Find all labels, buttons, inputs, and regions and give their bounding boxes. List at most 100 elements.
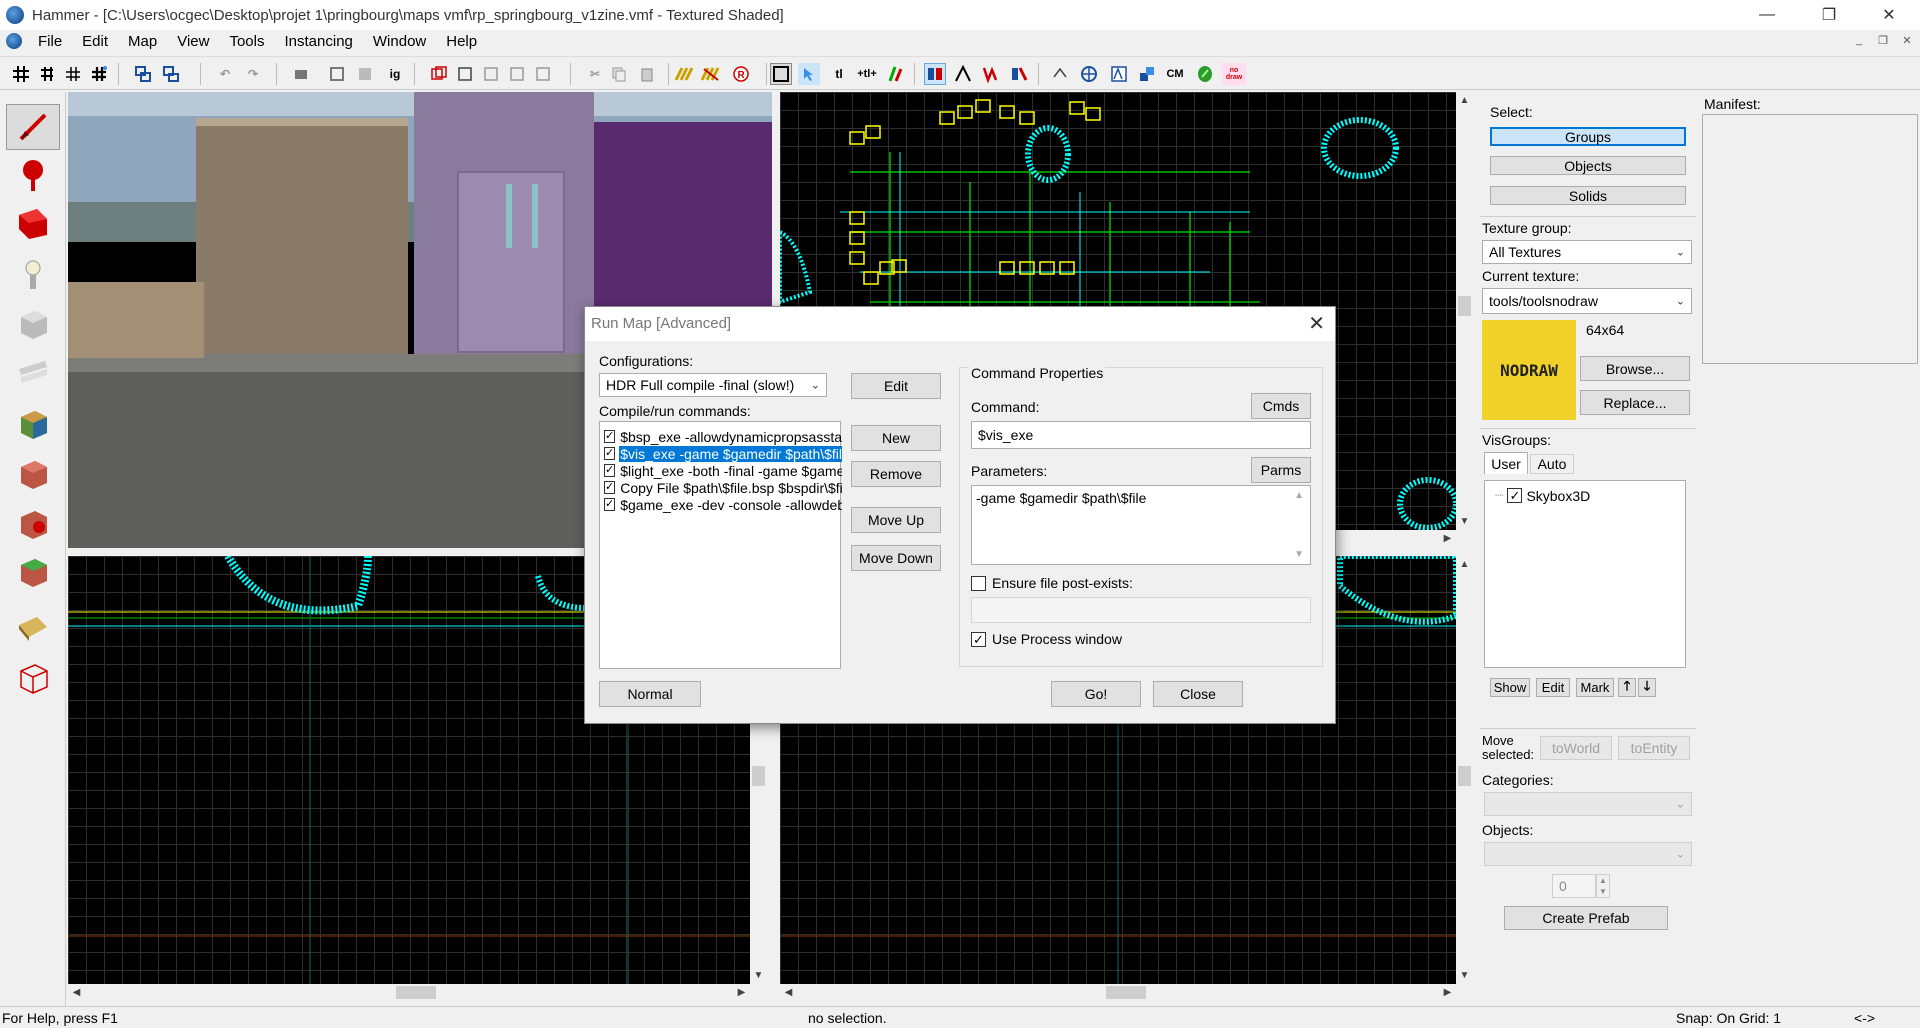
command-checkbox[interactable]: ✓ [604,498,616,511]
paste-icon[interactable] [636,63,658,85]
texture-app-icon[interactable] [1108,63,1130,85]
displacement-icon[interactable] [884,63,906,85]
scroll-left-icon[interactable]: ◀ [780,984,797,1001]
menu-window[interactable]: Window [363,33,436,50]
overlay-tool-icon[interactable] [6,500,60,546]
ensure-file-input[interactable] [971,597,1311,623]
magnify-tool-icon[interactable] [6,152,60,198]
mdi-close-icon[interactable]: ✕ [1898,33,1916,49]
entity-report-icon[interactable] [1050,63,1072,85]
larger-grid-icon[interactable] [88,63,110,85]
texture-tool-icon[interactable] [6,350,60,396]
path-tool-icon[interactable] [6,654,60,700]
tab-user[interactable]: User [1484,452,1528,474]
command-input[interactable]: $vis_exe [971,421,1311,449]
vertex-icon[interactable] [1008,63,1030,85]
hide-unselected-icon[interactable] [532,63,554,85]
manifest-list[interactable] [1702,114,1918,364]
command-row[interactable]: ✓ $game_exe -dev -console -allowdebug [604,496,842,513]
texture-group-select[interactable]: All Textures ⌄ [1482,240,1692,264]
menu-edit[interactable]: Edit [72,33,118,50]
command-row[interactable]: ✓ $bsp_exe -allowdynamicpropsasstatic [604,428,842,445]
visgroup-mark-button[interactable]: Mark [1576,678,1614,697]
to-entity-button[interactable]: toEntity [1618,736,1690,760]
move-down-arrow-icon[interactable]: 🡓 [1638,678,1656,697]
parms-button[interactable]: Parms [1251,457,1311,483]
undo-icon[interactable]: ↶ [214,63,236,85]
group-icon[interactable] [132,63,154,85]
command-row[interactable]: ✓ $vis_exe -game $gamedir $path\$file [604,445,842,462]
use-process-option[interactable]: ✓ Use Process window [971,631,1122,647]
to-world-button[interactable]: toWorld [1540,736,1612,760]
spin-down-icon[interactable]: ▼ [1599,887,1607,896]
count-spinner[interactable]: ▲ ▼ [1596,874,1610,898]
scroll-down-icon[interactable]: ▼ [1294,549,1304,560]
visgroup-checkbox[interactable]: ✓ [1507,488,1523,503]
menu-view[interactable]: View [167,33,219,50]
view-2d-icon[interactable] [924,63,946,85]
scroll-left-icon[interactable]: ◀ [68,984,85,1001]
move-down-button[interactable]: Move Down [851,545,941,571]
visgroup-item[interactable]: ┈ ✓ Skybox3D [1495,487,1590,504]
minimize-button[interactable]: — [1744,0,1790,30]
go-button[interactable]: Go! [1051,681,1141,707]
entity-tool-icon[interactable] [6,252,60,298]
select-solids-button[interactable]: Solids [1490,186,1686,205]
ensure-file-checkbox[interactable] [971,575,986,591]
command-row[interactable]: ✓ Copy File $path\$file.bsp $bspdir\$file [604,479,842,496]
close-dialog-button[interactable]: Close [1153,681,1243,707]
ungroup-icon[interactable] [160,63,182,85]
parameters-textarea[interactable]: -game $gamedir $path\$file ▲ ▼ [971,485,1311,565]
selection-outline-icon[interactable] [428,63,450,85]
commands-list[interactable]: ✓ $bsp_exe -allowdynamicpropsasstatic ✓ $v… [599,421,842,669]
camera-tool-icon[interactable] [6,200,60,246]
command-checkbox[interactable]: ✓ [604,481,616,494]
radius-culling-icon[interactable]: R [730,63,752,85]
show-items-icon[interactable] [506,63,528,85]
tab-auto[interactable]: Auto [1530,454,1574,474]
spin-up-icon[interactable]: ▲ [1599,876,1607,885]
command-checkbox[interactable]: ✓ [604,464,616,477]
toggle-models-icon[interactable] [700,63,722,85]
texture-lock-icon[interactable] [354,63,376,85]
scroll-down-icon[interactable]: ▼ [1456,967,1473,984]
menu-map[interactable]: Map [118,33,167,50]
apply-texture-icon[interactable] [6,400,60,446]
visgroup-tree[interactable]: ┈ ✓ Skybox3D [1484,480,1686,668]
copy-icon[interactable] [608,63,630,85]
brush-icon[interactable] [952,63,974,85]
toolbar-tl2-button[interactable]: +tl+ [856,63,878,85]
categories-select[interactable]: ⌄ [1484,792,1692,816]
objects-select[interactable]: ⌄ [1484,842,1692,866]
block-tool-icon[interactable] [6,300,60,346]
command-checkbox[interactable]: ✓ [604,430,616,443]
scroll-right-icon[interactable]: ▶ [733,984,750,1001]
redo-icon[interactable]: ↷ [242,63,264,85]
scroll-up-icon[interactable]: ▲ [1456,92,1473,109]
select-objects-button[interactable]: Objects [1490,156,1686,175]
replace-button[interactable]: Replace... [1580,390,1690,415]
selection-tool-icon[interactable] [6,104,60,150]
carve-icon[interactable] [290,63,312,85]
command-checkbox[interactable]: ✓ [604,447,616,460]
mdi-restore-icon[interactable]: ❐ [1874,33,1892,49]
toolbar-tl-button[interactable]: tl [828,63,850,85]
scroll-right-icon[interactable]: ▶ [1439,984,1456,1001]
restore-button[interactable]: ❐ [1806,0,1852,30]
close-window-button[interactable]: ✕ [1866,0,1912,30]
move-up-button[interactable]: Move Up [851,507,941,533]
clip-tool-icon[interactable] [6,548,60,594]
side-view-vscroll[interactable]: ▲ ▼ [1456,556,1473,984]
hollow-icon[interactable] [326,63,348,85]
remove-command-button[interactable]: Remove [851,461,941,487]
menu-instancing[interactable]: Instancing [275,33,363,50]
toolbar-cm-button[interactable]: CM [1164,63,1186,85]
normal-mode-button[interactable]: Normal [599,681,701,707]
vertex-tool-icon[interactable] [6,604,60,650]
front-view-hscroll[interactable]: ◀ ▶ [68,984,750,1001]
toggle-helpers-icon[interactable] [674,63,696,85]
top-view-vscroll[interactable]: ▲ ▼ [1456,92,1473,530]
clipping-icon[interactable] [980,63,1002,85]
cmds-button[interactable]: Cmds [1251,393,1311,419]
wireframe-icon[interactable] [454,63,476,85]
